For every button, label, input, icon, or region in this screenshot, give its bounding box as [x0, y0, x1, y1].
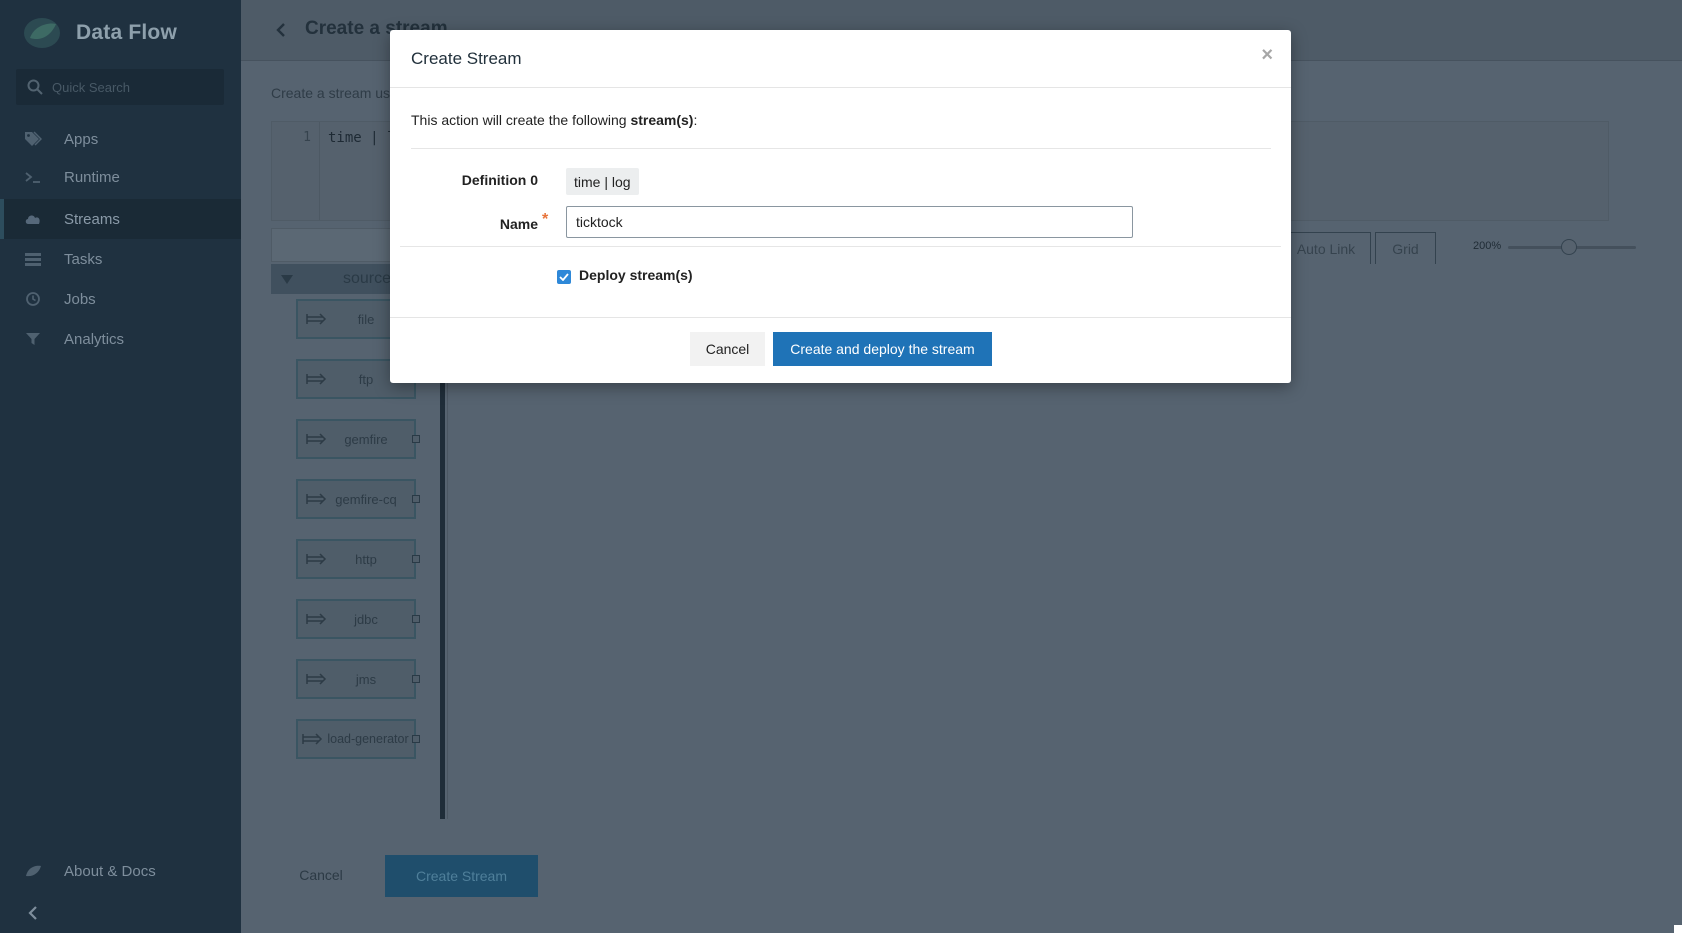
stream-name-input[interactable] — [566, 206, 1133, 238]
page-cancel-button[interactable]: Cancel — [271, 855, 371, 895]
sidebar-item-runtime[interactable]: Runtime — [0, 157, 241, 197]
deploy-checkbox-label[interactable]: Deploy stream(s) — [579, 267, 693, 283]
quick-search[interactable] — [16, 69, 224, 105]
intro-suffix: : — [693, 112, 698, 128]
create-stream-modal: Create Stream × This action will create … — [390, 30, 1291, 383]
palette-node-jms[interactable]: jms — [296, 659, 420, 699]
palette-node-load-generator[interactable]: load-generator — [296, 719, 420, 759]
palette-node-gemfire[interactable]: gemfire — [296, 419, 420, 459]
sidebar-item-analytics[interactable]: Analytics — [0, 319, 241, 359]
brand[interactable]: Data Flow — [22, 14, 177, 52]
sidebar-item-about[interactable]: About & Docs — [0, 851, 241, 891]
source-arrow-icon — [306, 673, 327, 685]
name-label: Name — [499, 216, 538, 232]
spring-leaf-logo — [22, 16, 62, 50]
divider — [411, 148, 1271, 149]
editor-code: time | l — [328, 130, 396, 146]
chevron-left-icon — [28, 906, 37, 920]
palette-node-label: gemfire — [344, 431, 388, 447]
modal-intro: This action will create the following st… — [411, 112, 697, 128]
sidebar-item-label: Jobs — [64, 290, 96, 308]
create-and-deploy-button[interactable]: Create and deploy the stream — [773, 332, 992, 366]
definition-label: Definition 0 — [461, 172, 538, 188]
funnel-icon — [24, 330, 42, 348]
zoom-slider-handle[interactable] — [1561, 239, 1577, 255]
cancel-button[interactable]: Cancel — [690, 332, 765, 366]
sidebar-item-tasks[interactable]: Tasks — [0, 239, 241, 279]
palette-group-label: source — [343, 270, 392, 287]
intro-bold: stream(s) — [630, 112, 694, 128]
line-number: 1 — [272, 122, 320, 220]
divider — [400, 246, 1281, 247]
search-input[interactable] — [52, 79, 222, 95]
source-arrow-icon — [306, 493, 327, 505]
sidebar-item-label: Apps — [64, 130, 99, 148]
source-arrow-icon — [306, 433, 327, 445]
sidebar-item-label: Analytics — [64, 330, 125, 348]
sidebar-item-label: Runtime — [64, 168, 120, 186]
source-arrow-icon — [306, 613, 327, 625]
required-indicator: * — [542, 211, 549, 228]
app-name: Data Flow — [76, 21, 177, 44]
output-port[interactable] — [412, 735, 420, 743]
modal-footer: Cancel Create and deploy the stream — [390, 317, 1291, 383]
terminal-icon — [24, 168, 42, 186]
sidebar-item-streams[interactable]: Streams — [0, 199, 241, 239]
output-port[interactable] — [412, 615, 420, 623]
palette-node-gemfire-cq[interactable]: gemfire-cq — [296, 479, 420, 519]
grid-button[interactable]: Grid — [1375, 232, 1436, 265]
output-port[interactable] — [412, 495, 420, 503]
cloud-icon — [24, 210, 42, 228]
collapse-triangle-icon — [281, 274, 293, 284]
palette-node-label: load-generator — [327, 732, 409, 746]
sidebar-item-jobs[interactable]: Jobs — [0, 279, 241, 319]
resize-handle — [1674, 925, 1682, 933]
sidebar-item-label: About & Docs — [64, 862, 156, 880]
palette-node-label: gemfire-cq — [335, 491, 397, 507]
deploy-checkbox[interactable] — [557, 270, 571, 284]
back-button[interactable] — [273, 20, 289, 40]
intro-text: This action will create the following — [411, 112, 631, 128]
source-arrow-icon — [306, 313, 327, 325]
definition-value: time | log — [566, 168, 639, 195]
tags-icon — [24, 130, 42, 148]
auto-link-button[interactable]: Auto Link — [1281, 232, 1371, 265]
list-icon — [24, 250, 42, 268]
close-icon[interactable]: × — [1261, 44, 1273, 67]
output-port[interactable] — [412, 675, 420, 683]
modal-title: Create Stream — [411, 48, 522, 68]
clock-icon — [24, 290, 42, 308]
sidebar-item-label: Streams — [64, 210, 120, 228]
output-port[interactable] — [412, 435, 420, 443]
palette-filter-input[interactable] — [271, 228, 391, 262]
page-description: Create a stream usi — [271, 85, 394, 101]
palette-node-label: jdbc — [354, 611, 378, 627]
source-arrow-icon — [306, 553, 327, 565]
palette-node-http[interactable]: http — [296, 539, 420, 579]
output-port[interactable] — [412, 555, 420, 563]
modal-header: Create Stream × — [390, 30, 1291, 88]
leaf-icon — [24, 862, 42, 880]
palette-node-jdbc[interactable]: jdbc — [296, 599, 420, 639]
palette-node-label: jms — [355, 671, 377, 687]
source-arrow-icon — [302, 733, 323, 745]
search-icon — [27, 79, 43, 95]
palette-node-label: http — [355, 551, 377, 567]
chevron-left-icon — [276, 23, 285, 37]
sidebar-item-label: Tasks — [64, 250, 103, 268]
sidebar: Data Flow Apps Runtime Streams Tasks — [0, 0, 241, 933]
collapse-sidebar-button[interactable] — [26, 903, 40, 923]
sidebar-item-apps[interactable]: Apps — [0, 119, 241, 159]
zoom-level: 200% — [1473, 240, 1502, 252]
checkmark-icon — [559, 273, 569, 281]
source-arrow-icon — [306, 373, 327, 385]
create-stream-button[interactable]: Create Stream — [385, 855, 538, 897]
